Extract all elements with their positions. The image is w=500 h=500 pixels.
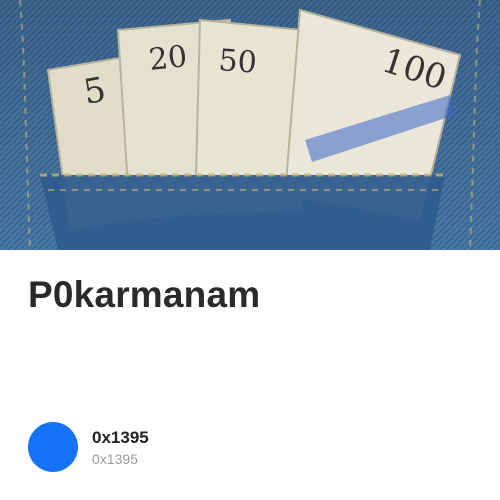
collection-card[interactable]: 5 20 50 100 P0karmanam 0x1395 0x1395 xyxy=(0,0,500,500)
bill-50-label: 50 xyxy=(217,43,258,81)
bill-20-label: 20 xyxy=(147,39,189,78)
owner-address[interactable]: 0x1395 xyxy=(92,428,149,448)
owner-address-secondary: 0x1395 xyxy=(92,451,138,467)
money-pocket-illustration: 5 20 50 100 xyxy=(0,0,500,250)
collection-title: P0karmanam xyxy=(28,274,261,315)
owner-avatar[interactable] xyxy=(28,422,78,472)
hero-image: 5 20 50 100 xyxy=(0,0,500,250)
